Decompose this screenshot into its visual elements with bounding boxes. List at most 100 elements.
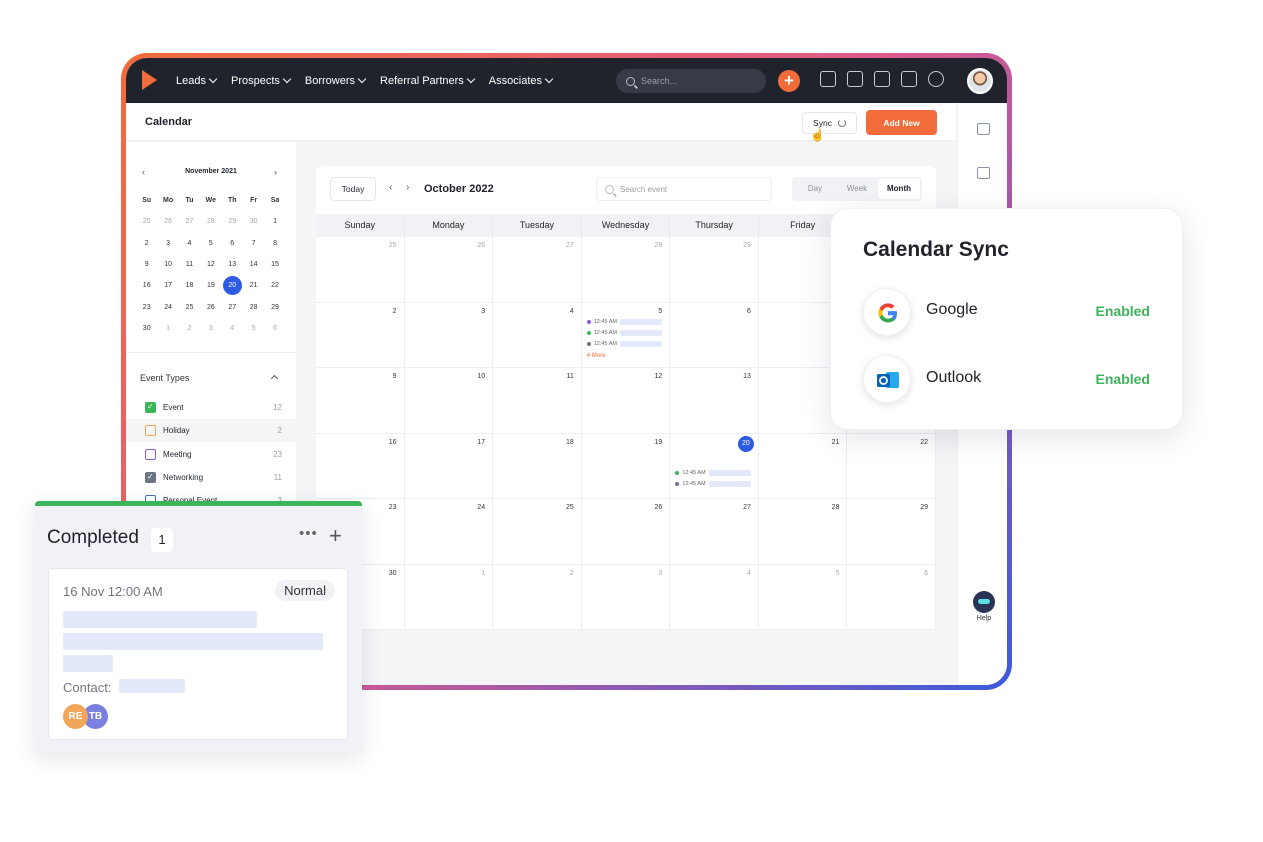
add-task-icon[interactable]: + (329, 523, 342, 549)
bar-chart-icon[interactable] (977, 123, 990, 135)
calendar-day-cell[interactable]: 24 (405, 499, 494, 564)
calendar-day-cell[interactable]: 9 (316, 368, 405, 433)
calendar-event[interactable]: 12:45 AM (586, 318, 662, 325)
mini-day-cell[interactable]: 26 (157, 218, 178, 225)
assignee-avatar[interactable]: RE (63, 704, 88, 729)
mini-day-cell[interactable]: 3 (157, 240, 178, 247)
calendar-day-cell[interactable]: 6 (847, 564, 937, 629)
event-type-row[interactable]: ✓ Networking 11 (126, 466, 296, 489)
calendar-event[interactable]: 12:45 AM (586, 340, 662, 347)
calendar-day-cell[interactable]: 25 (316, 237, 405, 302)
event-type-checkbox[interactable]: ✓ (145, 471, 156, 483)
monitor-icon[interactable] (901, 71, 917, 87)
event-type-row[interactable]: Meeting 23 (126, 443, 296, 466)
event-type-checkbox[interactable] (145, 425, 156, 437)
calendar-day-cell[interactable]: 26 (582, 499, 671, 564)
calendar-day-cell[interactable]: 3 (582, 564, 671, 629)
calendar-day-cell[interactable]: 26 (405, 237, 494, 302)
calendar-event[interactable]: 12:45 AM (675, 480, 751, 487)
calendar-day-cell[interactable]: 29 (847, 499, 937, 564)
mini-day-cell[interactable]: 1 (157, 325, 178, 332)
quick-add-button[interactable]: + (778, 70, 800, 92)
mini-day-cell[interactable]: 30 (243, 218, 264, 225)
mini-day-cell[interactable]: 15 (264, 261, 285, 268)
calendar-day-cell[interactable]: 22 (847, 433, 937, 498)
mini-day-cell[interactable]: 6 (264, 325, 285, 332)
task-list-icon[interactable] (977, 167, 990, 179)
next-month-icon[interactable]: › (406, 182, 409, 193)
prev-month-icon[interactable]: ‹ (389, 182, 392, 193)
mini-next-month-icon[interactable]: › (274, 167, 277, 177)
megaphone-icon[interactable] (847, 71, 863, 87)
mini-day-cell[interactable]: 25 (136, 218, 157, 225)
calendar-day-cell[interactable]: 5 12:45 AM 12:45 AM 12:45 AM 4 More (582, 302, 671, 367)
nav-prospects[interactable]: Prospects (231, 75, 292, 87)
event-type-row[interactable]: ✓ Event 12 (126, 396, 296, 419)
mini-day-cell[interactable]: 11 (179, 261, 200, 268)
today-button[interactable]: Today (330, 177, 376, 201)
mini-day-cell[interactable]: 9 (136, 261, 157, 268)
chevron-up-icon[interactable] (270, 374, 279, 383)
mini-day-cell[interactable]: 28 (243, 304, 264, 311)
global-search-input[interactable]: Search... (616, 69, 766, 93)
calendar-day-cell[interactable]: 27 (670, 499, 759, 564)
calendar-event[interactable]: 12:45 AM (675, 469, 751, 476)
calendar-day-cell[interactable]: 16 (316, 433, 405, 498)
mini-day-cell[interactable]: 22 (264, 282, 285, 289)
mini-day-cell[interactable]: 3 (200, 325, 221, 332)
event-type-checkbox[interactable]: ✓ (145, 402, 156, 413)
calendar-day-cell[interactable]: 11 (493, 368, 582, 433)
help-button[interactable]: Help (966, 591, 1002, 635)
calendar-day-cell[interactable]: 17 (405, 433, 494, 498)
event-type-row[interactable]: Holiday 2 (126, 419, 296, 443)
mini-day-cell[interactable]: 5 (200, 240, 221, 247)
nav-referral-partners[interactable]: Referral Partners (380, 75, 476, 87)
user-avatar[interactable] (967, 68, 993, 94)
mini-day-cell[interactable]: 2 (179, 325, 200, 332)
mini-day-cell[interactable]: 2 (136, 240, 157, 247)
gear-icon[interactable] (928, 71, 944, 87)
nav-leads[interactable]: Leads (176, 75, 218, 87)
calendar-day-cell[interactable]: 27 (493, 237, 582, 302)
mini-day-cell[interactable]: 16 (136, 282, 157, 289)
mini-day-cell[interactable]: 12 (200, 261, 221, 268)
calendar-day-cell[interactable]: 1 (405, 564, 494, 629)
mini-day-cell[interactable]: 13 (222, 261, 243, 268)
calendar-day-cell[interactable]: 28 (582, 237, 671, 302)
mini-day-cell[interactable]: 6 (222, 240, 243, 247)
calendar-day-cell[interactable]: 12 (582, 368, 671, 433)
calendar-event[interactable]: 12:45 AM (586, 329, 662, 336)
mini-day-cell[interactable]: 25 (179, 304, 200, 311)
outlook-status-badge[interactable]: Enabled (1096, 371, 1150, 387)
mini-day-cell[interactable]: 4 (222, 325, 243, 332)
calendar-day-cell[interactable]: 4 (493, 302, 582, 367)
mini-day-cell[interactable]: 4 (179, 240, 200, 247)
calendar-day-cell[interactable]: 29 (670, 237, 759, 302)
document-icon[interactable] (820, 71, 836, 87)
mini-day-cell[interactable]: 19 (200, 282, 221, 289)
mini-day-cell[interactable]: 10 (157, 261, 178, 268)
mini-day-cell[interactable]: 29 (264, 304, 285, 311)
calendar-day-cell[interactable]: 28 (759, 499, 848, 564)
checklist-icon[interactable] (874, 71, 890, 87)
mini-day-cell[interactable]: 14 (243, 261, 264, 268)
calendar-day-cell[interactable]: 13 (670, 368, 759, 433)
mini-day-cell[interactable]: 17 (157, 282, 178, 289)
calendar-day-cell[interactable]: 6 (670, 302, 759, 367)
task-card[interactable]: 16 Nov 12:00 AM Normal Contact: RE TB (48, 568, 348, 740)
mini-day-cell[interactable]: 26 (200, 304, 221, 311)
calendar-day-cell[interactable]: 5 (759, 564, 848, 629)
mini-day-cell[interactable]: 29 (222, 218, 243, 225)
calendar-day-cell[interactable]: 19 (582, 433, 671, 498)
calendar-day-cell[interactable]: 21 (759, 433, 848, 498)
nav-associates[interactable]: Associates (489, 75, 554, 87)
google-status-badge[interactable]: Enabled (1096, 303, 1150, 319)
mini-day-cell[interactable]: 1 (264, 218, 285, 225)
mini-day-cell[interactable]: 23 (136, 304, 157, 311)
view-week-button[interactable]: Week (836, 179, 878, 199)
more-options-icon[interactable]: ••• (299, 525, 318, 542)
mini-day-cell[interactable]: 24 (157, 304, 178, 311)
contact-placeholder[interactable] (119, 679, 185, 693)
view-month-button[interactable]: Month (878, 179, 920, 199)
calendar-day-cell[interactable]: 2 (493, 564, 582, 629)
